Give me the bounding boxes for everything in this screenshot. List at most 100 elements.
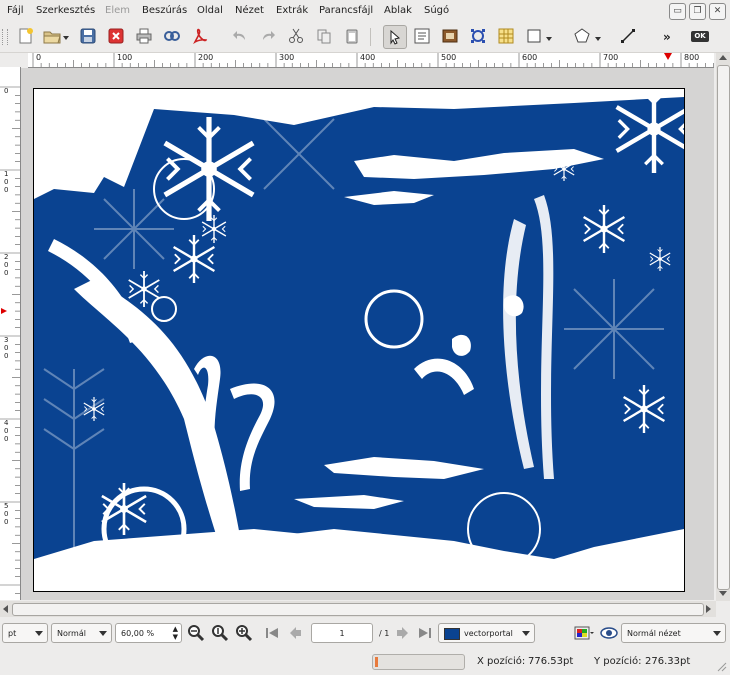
close-window-icon[interactable]: ✕ bbox=[709, 3, 726, 20]
next-page-icon[interactable] bbox=[392, 623, 412, 643]
resize-grip-icon[interactable] bbox=[717, 662, 727, 672]
last-page-icon[interactable] bbox=[415, 623, 435, 643]
ruler-label: 200 bbox=[198, 53, 214, 62]
menu-file[interactable]: Fájl bbox=[7, 5, 24, 16]
ruler-position-marker bbox=[1, 308, 7, 314]
ok-button[interactable]: OK bbox=[691, 31, 709, 42]
mode-value: Normál bbox=[57, 629, 86, 638]
ruler-label: 0 bbox=[36, 53, 42, 62]
menu-insert[interactable]: Beszúrás bbox=[142, 5, 187, 16]
bottombar: X pozíció: 776.53pt Y pozíció: 276.33pt bbox=[0, 648, 730, 675]
menu-item[interactable]: Elem bbox=[105, 5, 130, 16]
restore-icon[interactable]: ❐ bbox=[689, 3, 706, 20]
zoom-100-icon[interactable] bbox=[210, 623, 230, 643]
ruler-position-marker bbox=[664, 53, 672, 60]
ruler-label: 600 bbox=[522, 53, 538, 62]
image-frame-icon[interactable] bbox=[440, 26, 460, 46]
open-icon[interactable] bbox=[42, 26, 62, 46]
menu-script[interactable]: Parancsfájl bbox=[319, 5, 373, 16]
progress-bar-indicator bbox=[375, 657, 378, 667]
render-frame-icon[interactable] bbox=[468, 26, 488, 46]
unit-value: pt bbox=[8, 629, 17, 638]
previous-page-icon[interactable] bbox=[286, 623, 306, 643]
cut-icon[interactable] bbox=[286, 26, 306, 46]
vertical-scroll-thumb[interactable] bbox=[717, 65, 730, 590]
text-frame-icon[interactable] bbox=[412, 26, 432, 46]
vertical-ruler[interactable]: 0 100 200 300 400 500 bbox=[0, 67, 21, 600]
zoom-in-icon[interactable] bbox=[234, 623, 254, 643]
unit-select[interactable]: pt bbox=[2, 623, 48, 643]
redo-icon[interactable] bbox=[258, 26, 278, 46]
menu-page[interactable]: Oldal bbox=[197, 5, 223, 16]
color-management-icon[interactable] bbox=[572, 623, 596, 643]
ruler-label: 500 bbox=[441, 53, 457, 62]
shape-dropdown-arrow[interactable] bbox=[546, 37, 552, 41]
image-quality-select[interactable]: Normál bbox=[51, 623, 112, 643]
zoom-input[interactable]: 60,00 % ▲ ▼ bbox=[115, 623, 182, 643]
undo-icon[interactable] bbox=[230, 26, 250, 46]
page-number-input[interactable]: 1 bbox=[311, 623, 373, 643]
select-icon[interactable] bbox=[383, 25, 407, 49]
scroll-up-arrow[interactable] bbox=[719, 55, 727, 60]
zoom-spin-icon[interactable]: ▲ ▼ bbox=[173, 625, 178, 641]
horizontal-ruler[interactable]: 0 100 200 300 400 500 600 700 800 bbox=[28, 53, 714, 68]
table-icon[interactable] bbox=[496, 26, 516, 46]
vertical-scrollbar[interactable] bbox=[716, 53, 730, 601]
zoom-value: 60,00 % bbox=[121, 629, 155, 638]
menu-help[interactable]: Súgó bbox=[424, 5, 449, 16]
menubar: Fájl Szerkesztés Elem Beszúrás Oldal Néz… bbox=[0, 0, 730, 23]
view-mode-select[interactable]: Normál nézet bbox=[621, 623, 726, 643]
preflight-icon[interactable] bbox=[162, 26, 182, 46]
pdf-icon[interactable] bbox=[190, 26, 210, 46]
ruler-label: 400 bbox=[360, 53, 376, 62]
line-icon[interactable] bbox=[618, 26, 638, 46]
polygon-dropdown-arrow[interactable] bbox=[595, 37, 601, 41]
document-canvas[interactable] bbox=[21, 68, 714, 600]
horizontal-scroll-thumb[interactable] bbox=[12, 603, 704, 616]
menu-extras[interactable]: Extrák bbox=[276, 5, 308, 16]
y-position-label: Y pozíció: bbox=[594, 656, 642, 667]
statusbar: pt Normál 60,00 % ▲ ▼ 1 / 1 vectorportal N… bbox=[0, 620, 730, 648]
toolbar-separator bbox=[370, 28, 371, 46]
ruler-label: 700 bbox=[603, 53, 619, 62]
winter-artwork-image[interactable] bbox=[34, 89, 684, 591]
shape-icon[interactable] bbox=[524, 26, 544, 46]
scroll-right-arrow[interactable] bbox=[706, 605, 711, 613]
toolbar-grip[interactable] bbox=[2, 29, 8, 45]
copy-icon[interactable] bbox=[314, 26, 334, 46]
x-position-label: X pozíció: bbox=[477, 656, 526, 667]
print-icon[interactable] bbox=[134, 26, 154, 46]
y-position-value: 276.33pt bbox=[645, 656, 691, 667]
toolbar-overflow-button[interactable]: » bbox=[663, 30, 671, 44]
ruler-label: 100 bbox=[117, 53, 133, 62]
ruler-label: 300 bbox=[279, 53, 295, 62]
menu-edit[interactable]: Szerkesztés bbox=[36, 5, 95, 16]
layer-name: vectorportal bbox=[464, 629, 513, 638]
scroll-left-arrow[interactable] bbox=[3, 605, 8, 613]
first-page-icon[interactable] bbox=[262, 623, 282, 643]
polygon-icon[interactable] bbox=[572, 26, 592, 46]
layer-select[interactable]: vectorportal bbox=[438, 623, 535, 643]
zoom-out-icon[interactable] bbox=[186, 623, 206, 643]
preview-eye-icon[interactable] bbox=[599, 623, 619, 643]
new-document-icon[interactable] bbox=[16, 26, 36, 46]
ruler-corner bbox=[0, 53, 28, 67]
menu-windows[interactable]: Ablak bbox=[384, 5, 412, 16]
close-icon[interactable] bbox=[106, 26, 126, 46]
horizontal-scrollbar[interactable] bbox=[0, 601, 716, 617]
page-total: / 1 bbox=[379, 629, 390, 638]
ruler-label: 800 bbox=[684, 53, 700, 62]
menu-view[interactable]: Nézet bbox=[235, 5, 264, 16]
page-number-value: 1 bbox=[339, 629, 345, 638]
minimize-icon[interactable]: ▭ bbox=[669, 3, 686, 20]
ruler-label: 300 bbox=[4, 336, 9, 360]
progress-bar bbox=[372, 654, 465, 670]
save-icon[interactable] bbox=[78, 26, 98, 46]
ruler-label: 500 bbox=[4, 502, 9, 526]
vertical-ruler-ticks bbox=[0, 86, 20, 594]
ruler-label: 400 bbox=[4, 419, 9, 443]
scroll-down-arrow[interactable] bbox=[719, 591, 727, 596]
document-page[interactable] bbox=[33, 88, 685, 592]
open-dropdown-arrow[interactable] bbox=[63, 36, 69, 40]
paste-icon[interactable] bbox=[342, 26, 362, 46]
